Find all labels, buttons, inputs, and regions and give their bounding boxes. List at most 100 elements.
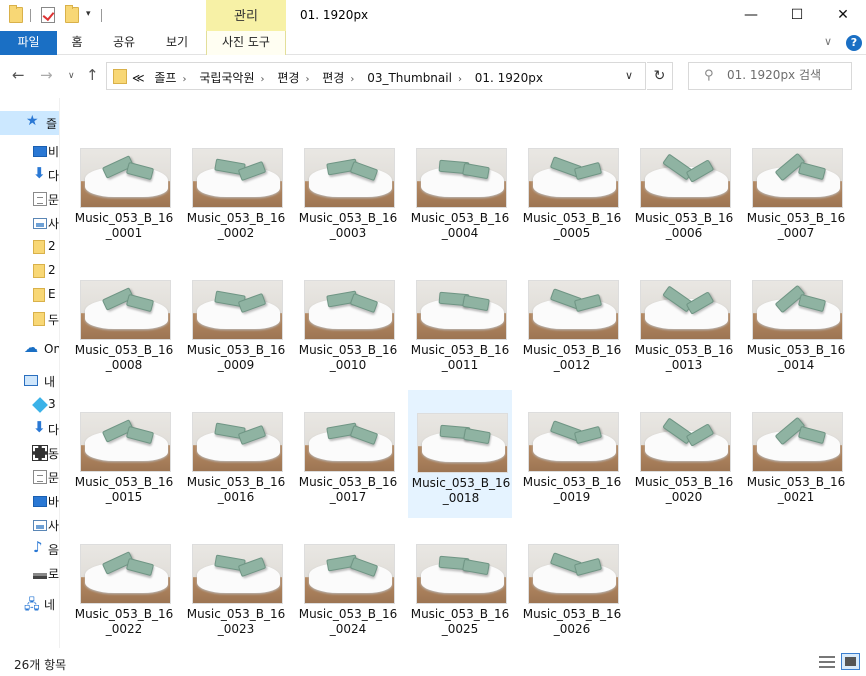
- tab-view[interactable]: 보기: [157, 31, 197, 55]
- navigation-pane[interactable]: ★ 즐 비 ⬇ 다 문 사 2 2 E 두 ☁ On 내 3 ⬇ 다 동 문 바…: [0, 98, 60, 648]
- large-icons-view-icon[interactable]: [841, 653, 860, 670]
- quick-access-dropdown-icon[interactable]: ▾: [86, 9, 91, 19]
- help-icon[interactable]: ?: [846, 35, 862, 51]
- nav-folder[interactable]: 2: [0, 235, 59, 259]
- nav-quick-access[interactable]: ★ 즐: [0, 111, 59, 135]
- file-item[interactable]: Music_053_B_16 _0019: [520, 390, 624, 518]
- file-item[interactable]: Music_053_B_16 _0001: [72, 126, 176, 254]
- file-item[interactable]: Music_053_B_16 _0024: [296, 522, 400, 650]
- address-dropdown-icon[interactable]: ∨: [625, 69, 633, 82]
- file-item[interactable]: Music_053_B_16 _0022: [72, 522, 176, 650]
- file-item[interactable]: Music_053_B_16 _0005: [520, 126, 624, 254]
- nav-desktop[interactable]: 비: [0, 139, 59, 163]
- nav-documents[interactable]: 문: [0, 187, 59, 211]
- nav-local-disk[interactable]: 로: [0, 561, 59, 585]
- breadcrumb-item[interactable]: 졸프: [154, 71, 176, 85]
- details-view-icon[interactable]: [819, 656, 835, 668]
- tab-photo-tools[interactable]: 사진 도구: [206, 31, 286, 55]
- file-item[interactable]: Music_053_B_16 _0023: [184, 522, 288, 650]
- file-list-view[interactable]: Music_053_B_16 _0001 Music_053_B_16 _0002 Mu…: [61, 98, 866, 648]
- breadcrumb-overflow[interactable]: ≪: [132, 71, 145, 85]
- nav-downloads[interactable]: ⬇ 다: [0, 417, 59, 441]
- tab-home[interactable]: 홈: [62, 31, 92, 55]
- nav-folder[interactable]: 2: [0, 259, 59, 283]
- nav-folder[interactable]: E: [0, 283, 59, 307]
- file-item[interactable]: Music_053_B_16 _0004: [408, 126, 512, 254]
- download-icon: ⬇: [33, 164, 46, 182]
- breadcrumb-item[interactable]: 편경: [322, 71, 344, 85]
- file-name: Music_053_B_16 _0026: [520, 607, 624, 637]
- item-count: 26개 항목: [14, 658, 67, 672]
- file-item[interactable]: Music_053_B_16 _0013: [632, 258, 736, 386]
- file-item[interactable]: Music_053_B_16 _0018: [408, 390, 512, 518]
- nav-label: 동: [48, 447, 60, 461]
- breadcrumb-item[interactable]: 03_Thumbnail: [367, 71, 452, 85]
- file-item[interactable]: Music_053_B_16 _0009: [184, 258, 288, 386]
- file-name: Music_053_B_16 _0001: [72, 211, 176, 241]
- file-item[interactable]: Music_053_B_16 _0026: [520, 522, 624, 650]
- refresh-icon[interactable]: ↻: [647, 62, 673, 90]
- breadcrumb-chevron-icon[interactable]: ›: [261, 74, 265, 85]
- image-thumbnail: [192, 148, 283, 208]
- file-item[interactable]: Music_053_B_16 _0006: [632, 126, 736, 254]
- search-box[interactable]: ⚲: [688, 62, 852, 90]
- nav-documents[interactable]: 문: [0, 465, 59, 489]
- address-bar[interactable]: ≪ 졸프 › 국립국악원 › 편경 › 편경 › 03_Thumbnail › 01. 1…: [106, 62, 646, 90]
- image-thumbnail: [417, 413, 508, 473]
- manage-context-tab[interactable]: 관리: [206, 0, 286, 31]
- back-arrow-icon[interactable]: ←: [12, 66, 25, 84]
- file-item[interactable]: Music_053_B_16 _0010: [296, 258, 400, 386]
- nav-onedrive[interactable]: ☁ On: [0, 338, 59, 362]
- up-arrow-icon[interactable]: ↑: [86, 66, 99, 84]
- file-item[interactable]: Music_053_B_16 _0020: [632, 390, 736, 518]
- nav-this-pc[interactable]: 내: [0, 369, 59, 393]
- breadcrumb-chevron-icon[interactable]: ›: [350, 74, 354, 85]
- file-item[interactable]: Music_053_B_16 _0007: [744, 126, 848, 254]
- maximize-button[interactable]: ☐: [774, 0, 820, 31]
- file-item[interactable]: Music_053_B_16 _0012: [520, 258, 624, 386]
- nav-desktop[interactable]: 바: [0, 489, 59, 513]
- file-name: Music_053_B_16 _0016: [184, 475, 288, 505]
- new-folder-icon[interactable]: [65, 5, 79, 23]
- close-button[interactable]: ✕: [820, 0, 866, 31]
- breadcrumb-chevron-icon[interactable]: ›: [458, 74, 462, 85]
- properties-check-icon[interactable]: [41, 7, 55, 23]
- file-name: Music_053_B_16 _0002: [184, 211, 288, 241]
- file-item[interactable]: Music_053_B_16 _0021: [744, 390, 848, 518]
- nav-pictures[interactable]: 사: [0, 513, 59, 537]
- tab-share[interactable]: 공유: [104, 31, 144, 55]
- nav-downloads[interactable]: ⬇ 다: [0, 163, 59, 187]
- breadcrumb-chevron-icon[interactable]: ›: [182, 74, 186, 85]
- tab-file[interactable]: 파일: [0, 31, 57, 55]
- nav-network[interactable]: 🖧 네: [0, 592, 59, 616]
- nav-music[interactable]: ♪ 음: [0, 537, 59, 561]
- file-item[interactable]: Music_053_B_16 _0014: [744, 258, 848, 386]
- file-item[interactable]: Music_053_B_16 _0008: [72, 258, 176, 386]
- file-item[interactable]: Music_053_B_16 _0003: [296, 126, 400, 254]
- file-item[interactable]: Music_053_B_16 _0016: [184, 390, 288, 518]
- file-item[interactable]: Music_053_B_16 _0002: [184, 126, 288, 254]
- nav-label: 사: [48, 217, 60, 231]
- file-item[interactable]: Music_053_B_16 _0011: [408, 258, 512, 386]
- file-name: Music_053_B_16 _0004: [408, 211, 512, 241]
- breadcrumb-item[interactable]: 국립국악원: [199, 71, 254, 85]
- nav-3d-objects[interactable]: 3: [0, 393, 59, 417]
- file-item[interactable]: Music_053_B_16 _0025: [408, 522, 512, 650]
- file-name-line: Music_053_B_16: [74, 607, 174, 621]
- file-name-line: _0002: [217, 226, 255, 240]
- file-item[interactable]: Music_053_B_16 _0015: [72, 390, 176, 518]
- nav-folder[interactable]: 두: [0, 307, 59, 331]
- nav-videos[interactable]: 동: [0, 441, 60, 465]
- breadcrumb-item[interactable]: 편경: [277, 71, 299, 85]
- recent-locations-chevron-icon[interactable]: ∨: [68, 71, 75, 81]
- expand-ribbon-chevron-icon[interactable]: ∨: [824, 35, 832, 48]
- minimize-button[interactable]: —: [728, 0, 774, 31]
- folder-icon[interactable]: [9, 5, 23, 23]
- breadcrumb-chevron-icon[interactable]: ›: [305, 74, 309, 85]
- forward-arrow-icon[interactable]: →: [40, 66, 53, 84]
- file-name: Music_053_B_16 _0019: [520, 475, 624, 505]
- nav-pictures[interactable]: 사: [0, 211, 60, 235]
- breadcrumb-item[interactable]: 01. 1920px: [475, 71, 543, 85]
- search-input[interactable]: [727, 68, 847, 82]
- file-item[interactable]: Music_053_B_16 _0017: [296, 390, 400, 518]
